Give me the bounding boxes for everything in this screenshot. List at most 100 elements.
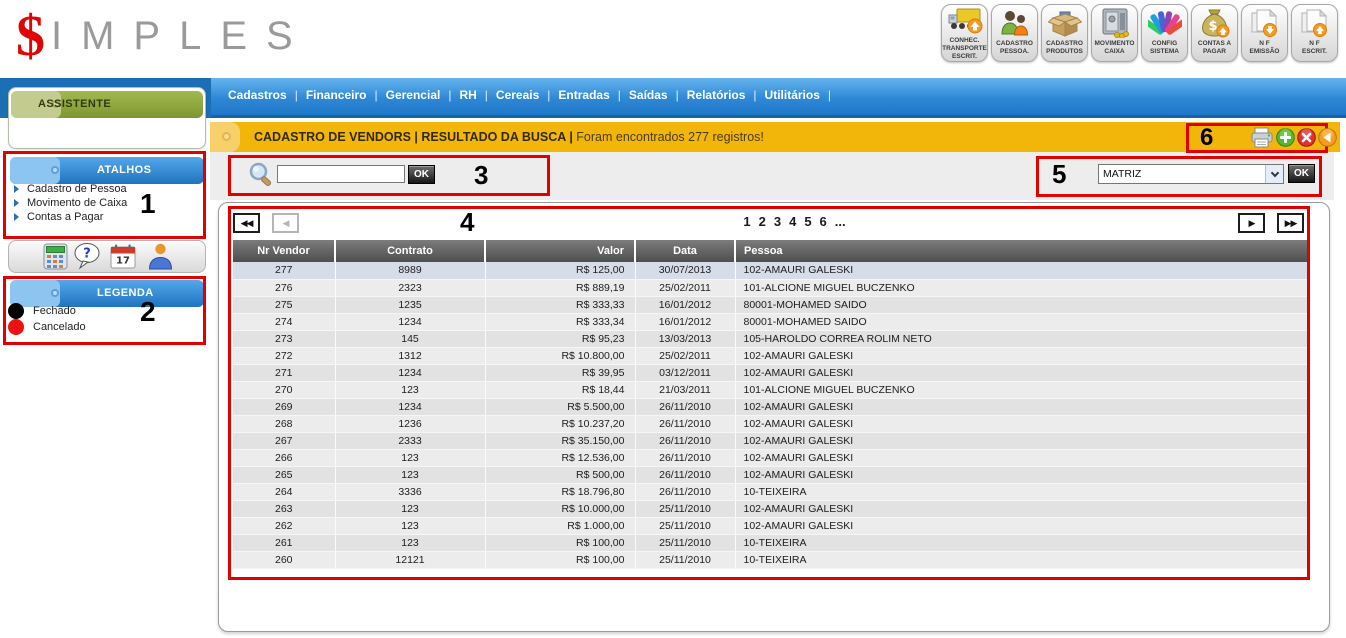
assistente-header: ASSISTENTE bbox=[11, 91, 203, 118]
table-row[interactable]: 2691234R$ 5.500,0026/11/2010102-AMAURI G… bbox=[233, 398, 1310, 415]
table-cell: 1234 bbox=[335, 398, 485, 415]
toolbar-button-label: MOVIMENTO CAIXA bbox=[1095, 40, 1135, 56]
arrow-right-icon bbox=[14, 199, 19, 207]
printer-icon[interactable] bbox=[1250, 127, 1274, 148]
column-header-contrato[interactable]: Contrato bbox=[335, 240, 485, 262]
table-cell: 123 bbox=[335, 449, 485, 466]
menu-item-utilit-rios[interactable]: Utilitários bbox=[765, 88, 820, 102]
table-cell: 123 bbox=[335, 517, 485, 534]
page-number-1[interactable]: 1 bbox=[743, 214, 750, 229]
search-icon[interactable] bbox=[248, 161, 275, 193]
table-row[interactable]: 26012121R$ 100,0025/11/201010-TEIXEIRA bbox=[233, 551, 1310, 568]
menu-item-cadastros[interactable]: Cadastros bbox=[228, 88, 287, 102]
column-header-data[interactable]: Data bbox=[635, 240, 735, 262]
sidebar-item-movimento-de-caixa[interactable]: Movimento de Caixa bbox=[14, 197, 127, 209]
table-row[interactable]: 2721312R$ 10.800,0025/02/2011102-AMAURI … bbox=[233, 347, 1310, 364]
table-row[interactable]: 273145R$ 95,2313/03/2013105-HAROLDO CORR… bbox=[233, 330, 1310, 347]
toolbar-button-n-f-emiss-o[interactable]: N F EMISSÃO bbox=[1241, 4, 1288, 62]
table-row[interactable]: 2643336R$ 18.796,8026/11/201010-TEIXEIRA bbox=[233, 483, 1310, 500]
assistente-title: ASSISTENTE bbox=[38, 98, 111, 110]
table-cell: 26/11/2010 bbox=[635, 449, 735, 466]
sidebar-item-label: Contas a Pagar bbox=[27, 211, 103, 223]
sidebar-item-contas-a-pagar[interactable]: Contas a Pagar bbox=[14, 211, 103, 223]
search-input[interactable] bbox=[277, 165, 405, 183]
table-cell: 30/07/2013 bbox=[635, 262, 735, 279]
logo-text: IMPLES bbox=[51, 14, 312, 59]
table-cell: 1312 bbox=[335, 347, 485, 364]
table-row[interactable]: 2751235R$ 333,3316/01/201280001-MOHAMED … bbox=[233, 296, 1310, 313]
column-header-valor[interactable]: Valor bbox=[485, 240, 635, 262]
table-row[interactable]: 2711234R$ 39,9503/12/2011102-AMAURI GALE… bbox=[233, 364, 1310, 381]
toolbar-button-n-f-escrit[interactable]: N F ESCRIT. bbox=[1291, 4, 1338, 62]
toolbar-button-label: CONHEC. TRANSPORTE ESCRIT. bbox=[942, 37, 987, 61]
legend-dot-icon bbox=[8, 303, 24, 319]
table-cell: 12121 bbox=[335, 551, 485, 568]
table-cell: 275 bbox=[233, 296, 335, 313]
table-cell: 272 bbox=[233, 347, 335, 364]
table-row[interactable]: 265123R$ 500,0026/11/2010102-AMAURI GALE… bbox=[233, 466, 1310, 483]
menu-item-cereais[interactable]: Cereais bbox=[496, 88, 539, 102]
user-icon[interactable] bbox=[147, 242, 174, 275]
table-row[interactable]: 2672333R$ 35.150,0026/11/2010102-AMAURI … bbox=[233, 432, 1310, 449]
table-row[interactable]: 263123R$ 10.000,0025/11/2010102-AMAURI G… bbox=[233, 500, 1310, 517]
toolbar-button-movimento-caixa[interactable]: MOVIMENTO CAIXA bbox=[1091, 4, 1138, 62]
page-number-2[interactable]: 2 bbox=[759, 214, 766, 229]
menu-item-relat-rios[interactable]: Relatórios bbox=[687, 88, 746, 102]
branch-select[interactable]: MATRIZ bbox=[1098, 164, 1284, 184]
table-cell: 10-TEIXEIRA bbox=[735, 483, 1310, 500]
menu-item-sa-das[interactable]: Saídas bbox=[629, 88, 668, 102]
menu-item-entradas[interactable]: Entradas bbox=[558, 88, 609, 102]
table-cell: 123 bbox=[335, 381, 485, 398]
table-row[interactable]: 261123R$ 100,0025/11/201010-TEIXEIRA bbox=[233, 534, 1310, 551]
sidebar-item-cadastro-de-pessoa[interactable]: Cadastro de Pessoa bbox=[14, 183, 127, 195]
column-header-pessoa[interactable]: Pessoa bbox=[735, 240, 1310, 262]
page-number-more[interactable]: ... bbox=[835, 214, 846, 229]
table-row[interactable]: 2741234R$ 333,3416/01/201280001-MOHAMED … bbox=[233, 313, 1310, 330]
menu-item-gerencial[interactable]: Gerencial bbox=[386, 88, 441, 102]
calculator-icon[interactable] bbox=[43, 243, 68, 275]
truck-up-icon bbox=[947, 7, 983, 36]
chevron-down-icon[interactable] bbox=[1265, 165, 1283, 183]
toolbar-button-cadastro-produtos[interactable]: CADASTRO PRODUTOS bbox=[1041, 4, 1088, 62]
table-row[interactable]: 266123R$ 12.536,0026/11/2010102-AMAURI G… bbox=[233, 449, 1310, 466]
column-header-nr-vendor[interactable]: Nr Vendor bbox=[233, 240, 335, 262]
toolbar-button-config-sistema[interactable]: CONFIG SISTEMA bbox=[1141, 4, 1188, 62]
search-ok-button[interactable]: OK bbox=[408, 165, 435, 184]
table-cell: 8989 bbox=[335, 262, 485, 279]
delete-icon[interactable] bbox=[1297, 128, 1316, 147]
table-row[interactable]: 2778989R$ 125,0030/07/2013102-AMAURI GAL… bbox=[233, 262, 1310, 279]
add-icon[interactable] bbox=[1276, 128, 1295, 147]
calendar-icon[interactable]: 17 bbox=[110, 243, 136, 274]
table-cell: 102-AMAURI GALESKI bbox=[735, 398, 1310, 415]
record-actions bbox=[1250, 127, 1337, 148]
toolbar-button-cadastro-pessoa[interactable]: CADASTRO PESSOA. bbox=[991, 4, 1038, 62]
table-cell: 274 bbox=[233, 313, 335, 330]
help-icon[interactable]: ? bbox=[73, 242, 101, 275]
toolbar-button-conhec-transporte-escrit[interactable]: CONHEC. TRANSPORTE ESCRIT. bbox=[941, 4, 988, 62]
app-logo: $ IMPLES bbox=[16, 6, 312, 66]
table-row[interactable]: 270123R$ 18,4421/03/2011101-ALCIONE MIGU… bbox=[233, 381, 1310, 398]
menu-separator: | bbox=[618, 88, 621, 102]
toolbar-button-contas-a-pagar[interactable]: $CONTAS A PAGAR bbox=[1191, 4, 1238, 62]
table-cell: 262 bbox=[233, 517, 335, 534]
table-cell: R$ 889,19 bbox=[485, 279, 635, 296]
table-cell: 16/01/2012 bbox=[635, 296, 735, 313]
page-number-3[interactable]: 3 bbox=[774, 214, 781, 229]
menu-item-rh[interactable]: RH bbox=[459, 88, 476, 102]
menu-item-financeiro[interactable]: Financeiro bbox=[306, 88, 367, 102]
branch-ok-button[interactable]: OK bbox=[1288, 164, 1315, 183]
back-icon[interactable] bbox=[1318, 128, 1337, 147]
table-cell: 102-AMAURI GALESKI bbox=[735, 449, 1310, 466]
page-number-5[interactable]: 5 bbox=[804, 214, 811, 229]
sidebar-icon-bar bbox=[8, 240, 206, 273]
menu-separator: | bbox=[448, 88, 451, 102]
page-number-6[interactable]: 6 bbox=[820, 214, 827, 229]
menu-items: Cadastros|Financeiro|Gerencial|RH|Cereai… bbox=[228, 88, 839, 102]
table-row[interactable]: 2762323R$ 889,1925/02/2011101-ALCIONE MI… bbox=[233, 279, 1310, 296]
next-page-button[interactable]: ▶ bbox=[1238, 213, 1265, 233]
last-page-button[interactable]: ▶▶ bbox=[1277, 213, 1304, 233]
page-number-4[interactable]: 4 bbox=[789, 214, 796, 229]
table-row[interactable]: 262123R$ 1.000,0025/11/2010102-AMAURI GA… bbox=[233, 517, 1310, 534]
table-row[interactable]: 2681236R$ 10.237,2026/11/2010102-AMAURI … bbox=[233, 415, 1310, 432]
moneybag-icon: $ bbox=[1199, 7, 1230, 39]
